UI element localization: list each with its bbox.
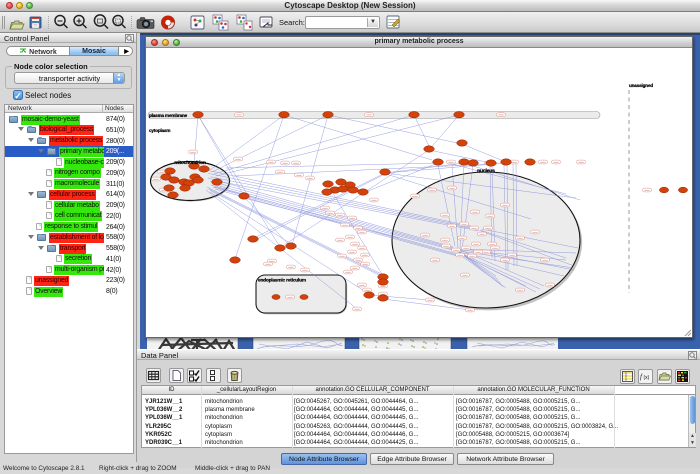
svg-text:mitochondrion: mitochondrion <box>174 160 206 166</box>
svg-text:unassigned: unassigned <box>629 83 653 88</box>
svg-text:(x): (x) <box>644 375 650 381</box>
svg-text:endoplasmic reticulum: endoplasmic reticulum <box>258 278 306 283</box>
svg-text:nucleus: nucleus <box>477 169 495 175</box>
svg-text:cytoplasm: cytoplasm <box>149 128 170 133</box>
svg-text:plasma membrane: plasma membrane <box>149 113 188 118</box>
